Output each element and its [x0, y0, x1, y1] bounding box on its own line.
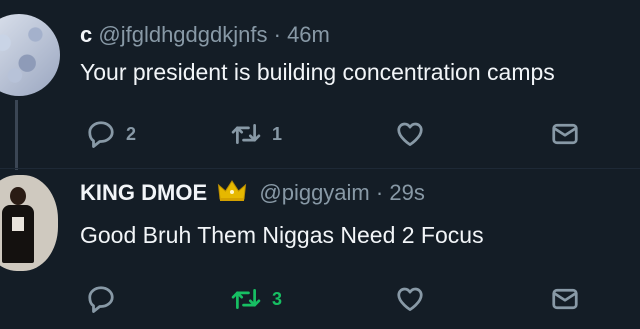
avatar[interactable] — [0, 175, 58, 271]
tweet-actions: 2 1 — [80, 114, 640, 154]
tweet-text: Good Bruh Them Niggas Need 2 Focus — [80, 222, 484, 248]
tweet-header: KING DMOE @piggyaim · 29s — [80, 179, 425, 206]
tweet[interactable]: c @jfgldhgdgdkjnfs · 46m Your president … — [0, 0, 640, 168]
like-button[interactable] — [394, 279, 426, 319]
like-button[interactable] — [394, 114, 426, 154]
retweet-button[interactable]: 3 — [230, 279, 282, 319]
reply-button[interactable]: 2 — [86, 114, 136, 154]
retweet-count: 1 — [272, 123, 283, 144]
separator: · — [375, 180, 384, 205]
direct-message-button[interactable] — [550, 114, 580, 154]
tweet[interactable]: KING DMOE @piggyaim · 29s Good Bruh Them… — [0, 168, 640, 329]
reply-icon — [88, 286, 114, 313]
message-icon — [552, 288, 578, 310]
like-icon — [397, 122, 423, 146]
user-handle[interactable]: @piggyaim — [259, 180, 369, 205]
tweet-actions: 3 — [80, 279, 640, 319]
avatar[interactable] — [0, 14, 60, 96]
display-name[interactable]: KING DMOE — [80, 180, 207, 205]
crown-icon — [218, 180, 247, 201]
timestamp[interactable]: 46m — [287, 22, 330, 47]
timeline: c @jfgldhgdgdkjnfs · 46m Your president … — [0, 0, 640, 329]
retweet-icon — [231, 124, 261, 144]
reply-button[interactable] — [86, 279, 126, 319]
retweet-count: 3 — [272, 288, 283, 309]
tweet-header: c @jfgldhgdgdkjnfs · 46m — [80, 22, 330, 48]
tweet-text: Your president is building concentration… — [80, 59, 555, 85]
direct-message-button[interactable] — [550, 279, 580, 319]
retweet-icon — [231, 289, 261, 309]
reply-icon — [88, 121, 114, 148]
reply-count: 2 — [126, 123, 137, 144]
message-icon — [552, 123, 578, 145]
display-name[interactable]: c — [80, 22, 92, 47]
retweet-button[interactable]: 1 — [230, 114, 282, 154]
user-handle[interactable]: @jfgldhgdgdkjnfs — [98, 22, 267, 47]
timestamp[interactable]: 29s — [389, 180, 424, 205]
like-icon — [397, 287, 423, 311]
separator: · — [273, 22, 281, 47]
